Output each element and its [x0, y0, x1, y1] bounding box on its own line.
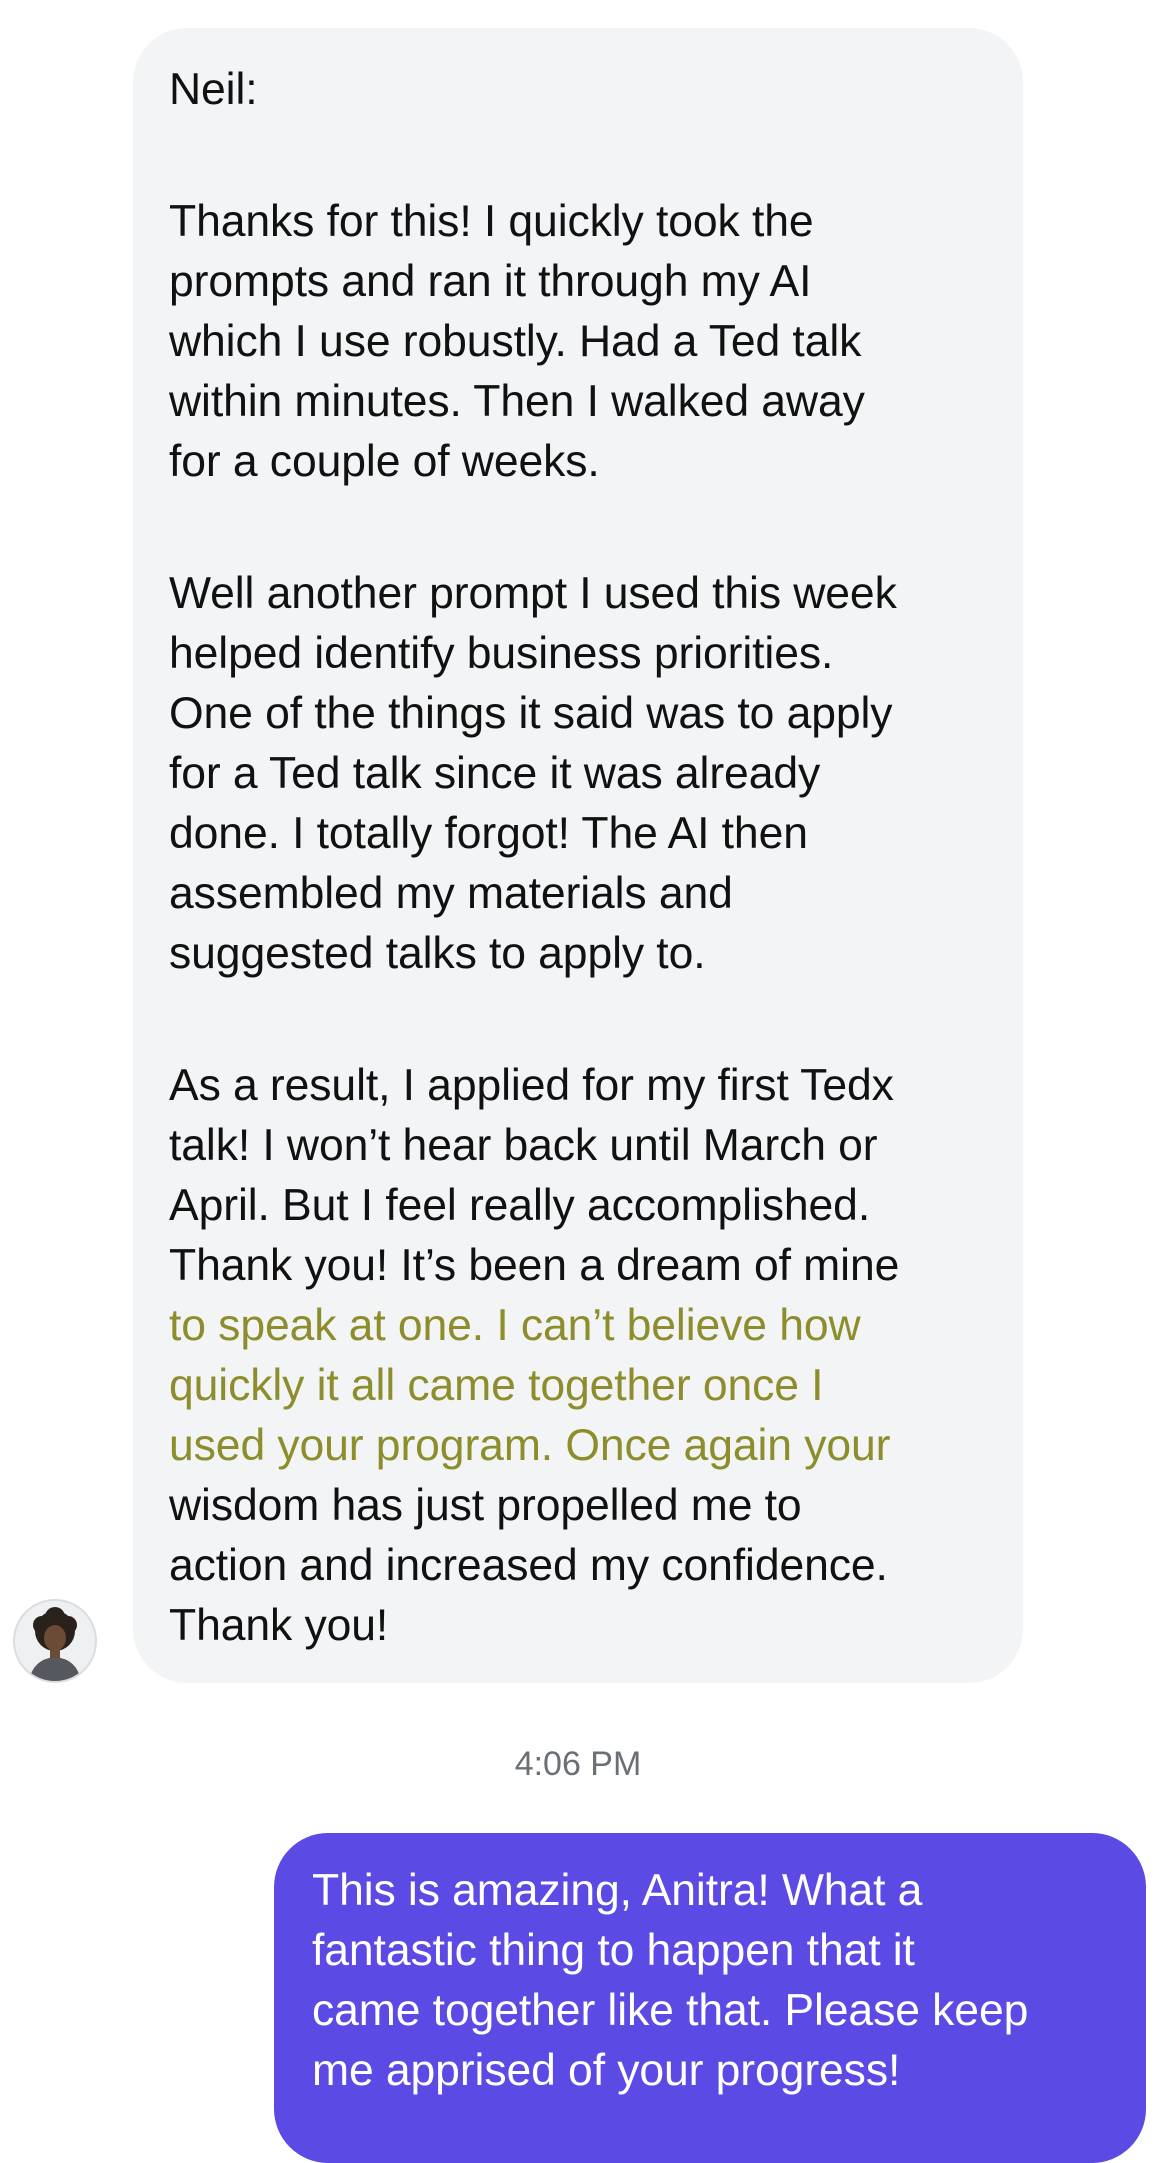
- message-line: assembled my materials and: [169, 869, 733, 918]
- outgoing-message-bubble[interactable]: This is amazing, Anitra! What a fantasti…: [274, 1833, 1146, 2163]
- message-line: Well another prompt I used this week: [169, 569, 897, 618]
- highlighted-line: used your program. Once again your: [169, 1421, 891, 1470]
- contact-avatar[interactable]: [13, 1599, 97, 1683]
- highlighted-line: to speak at one. I can’t believe how: [169, 1301, 861, 1350]
- message-line: Thanks for this! I quickly took the: [169, 197, 814, 246]
- message-line: within minutes. Then I walked away: [169, 377, 865, 426]
- avatar-photo-icon: [15, 1601, 95, 1681]
- message-line: This is amazing, Anitra! What a: [312, 1866, 923, 1915]
- message-paragraph-3: As a result, I applied for my first Tedx…: [169, 1056, 987, 1656]
- message-line: suggested talks to apply to.: [169, 929, 706, 978]
- message-line: done. I totally forgot! The AI then: [169, 809, 808, 858]
- incoming-message-bubble[interactable]: Neil: Thanks for this! I quickly took th…: [133, 28, 1023, 1683]
- message-line: me apprised of your progress!: [312, 2046, 901, 2095]
- message-line: for a couple of weeks.: [169, 437, 600, 486]
- message-sender-label: Neil:: [169, 65, 258, 114]
- message-paragraph-1: Thanks for this! I quickly took the prom…: [169, 192, 987, 492]
- message-paragraph-2: Well another prompt I used this week hel…: [169, 564, 987, 984]
- message-line: talk! I won’t hear back until March or: [169, 1121, 878, 1170]
- message-line: Thank you!: [169, 1601, 389, 1650]
- message-line: April. But I feel really accomplished.: [169, 1181, 871, 1230]
- highlighted-line: quickly it all came together once I: [169, 1361, 824, 1410]
- message-line: Thank you! It’s been a dream of mine: [169, 1241, 900, 1290]
- message-line: prompts and ran it through my AI: [169, 257, 812, 306]
- message-line: which I use robustly. Had a Ted talk: [169, 317, 862, 366]
- message-timestamp: 4:06 PM: [514, 1745, 642, 1783]
- message-line: action and increased my confidence.: [169, 1541, 888, 1590]
- message-line: came together like that. Please keep: [312, 1986, 1029, 2035]
- message-line: fantastic thing to happen that it: [312, 1926, 915, 1975]
- message-line: wisdom has just propelled me to: [169, 1481, 802, 1530]
- message-line: for a Ted talk since it was already: [169, 749, 821, 798]
- message-line: As a result, I applied for my first Tedx: [169, 1061, 894, 1110]
- message-line: One of the things it said was to apply: [169, 689, 893, 738]
- message-line: helped identify business priorities.: [169, 629, 834, 678]
